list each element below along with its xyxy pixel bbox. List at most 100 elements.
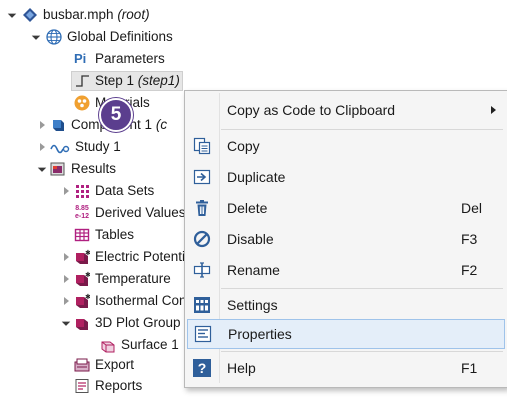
collapse-arrow-icon[interactable] bbox=[36, 143, 48, 151]
menu-label-help: Help bbox=[227, 360, 256, 376]
collapse-arrow-icon[interactable] bbox=[36, 121, 48, 129]
electric-potential-label: Electric Potential bbox=[95, 246, 196, 268]
reports-label: Reports bbox=[95, 375, 142, 397]
menu-separator bbox=[221, 129, 503, 130]
tree-node-reports[interactable]: Reports bbox=[74, 375, 142, 397]
submenu-arrow-icon bbox=[491, 106, 496, 114]
globe-icon bbox=[46, 29, 62, 45]
menu-label-settings: Settings bbox=[227, 297, 278, 313]
tree-node-results[interactable]: Results bbox=[36, 158, 116, 180]
tree-node-data-sets[interactable]: Data Sets bbox=[60, 180, 154, 202]
tree-node-parameters[interactable]: Pi Parameters bbox=[74, 48, 165, 70]
plot-group-3d-icon: ✱ bbox=[74, 271, 90, 287]
menu-label-delete: Delete bbox=[227, 200, 267, 216]
data-sets-label: Data Sets bbox=[95, 180, 154, 202]
tree-node-3d-plot-group[interactable]: 3D Plot Group bbox=[60, 312, 181, 334]
plot-group-3d-label: 3D Plot Group bbox=[95, 312, 181, 334]
expand-arrow-icon[interactable] bbox=[6, 12, 18, 18]
step-tag: (step1) bbox=[138, 73, 180, 88]
tree-node-electric-potential[interactable]: ✱ Electric Potential bbox=[60, 246, 196, 268]
menu-item-duplicate[interactable]: Duplicate bbox=[185, 163, 507, 191]
menu-label-duplicate: Duplicate bbox=[227, 169, 285, 185]
plot-group-3d-icon: ✱ bbox=[74, 293, 90, 309]
menu-separator bbox=[221, 288, 503, 289]
results-icon bbox=[50, 161, 66, 177]
tree-node-export[interactable]: Export bbox=[74, 354, 134, 376]
tables-label: Tables bbox=[95, 224, 134, 246]
collapse-arrow-icon[interactable] bbox=[60, 297, 72, 305]
surface-icon bbox=[100, 337, 116, 353]
data-sets-icon bbox=[74, 183, 90, 199]
tree-node-step[interactable]: Step 1 (step1) bbox=[74, 70, 183, 92]
model-diamond-icon bbox=[22, 7, 38, 23]
derived-icon-bottom: e-12 bbox=[74, 213, 90, 221]
component-tag: (c bbox=[156, 117, 167, 132]
svg-text:✱: ✱ bbox=[85, 293, 90, 301]
root-suffix: (root) bbox=[117, 7, 149, 22]
menu-label-copy: Copy bbox=[227, 138, 260, 154]
collapse-arrow-icon[interactable] bbox=[60, 275, 72, 283]
cube-icon bbox=[50, 117, 66, 133]
export-label: Export bbox=[95, 354, 134, 376]
step-function-icon bbox=[74, 73, 90, 89]
properties-icon bbox=[194, 325, 212, 343]
tree-node-derived-values[interactable]: 8.85 e-12 Derived Values bbox=[74, 202, 186, 224]
menu-item-disable[interactable]: Disable F3 bbox=[185, 225, 507, 253]
menu-item-copy-as-code[interactable]: Copy as Code to Clipboard bbox=[185, 96, 507, 124]
menu-label-properties: Properties bbox=[228, 326, 292, 342]
expand-arrow-icon[interactable] bbox=[60, 320, 72, 326]
rename-icon bbox=[193, 261, 211, 279]
tree-node-temperature[interactable]: ✱ Temperature bbox=[60, 268, 171, 290]
menu-label-disable: Disable bbox=[227, 231, 274, 247]
derived-values-label: Derived Values bbox=[95, 202, 186, 224]
menu-label-copy-as-code: Copy as Code to Clipboard bbox=[227, 102, 395, 118]
tree-node-surface[interactable]: Surface 1 bbox=[100, 334, 179, 356]
menu-item-copy[interactable]: Copy bbox=[185, 132, 507, 160]
collapse-arrow-icon[interactable] bbox=[60, 253, 72, 261]
reports-icon bbox=[74, 378, 90, 394]
menu-label-rename: Rename bbox=[227, 262, 280, 278]
duplicate-icon bbox=[193, 168, 211, 186]
shortcut-disable: F3 bbox=[461, 231, 477, 247]
derived-values-icon: 8.85 e-12 bbox=[74, 205, 90, 221]
plot-group-3d-icon: ✱ bbox=[74, 249, 90, 265]
tree-node-tables[interactable]: Tables bbox=[74, 224, 134, 246]
shortcut-delete: Del bbox=[461, 200, 482, 216]
disable-icon bbox=[193, 230, 211, 248]
materials-icon bbox=[74, 95, 90, 111]
settings-icon bbox=[193, 296, 211, 314]
study-icon bbox=[50, 139, 70, 155]
menu-separator bbox=[221, 351, 503, 352]
tree-node-study[interactable]: Study 1 bbox=[36, 136, 121, 158]
table-icon bbox=[74, 227, 90, 243]
shortcut-help: F1 bbox=[461, 360, 477, 376]
expand-arrow-icon[interactable] bbox=[36, 166, 48, 172]
help-icon: ? bbox=[193, 359, 211, 377]
temperature-label: Temperature bbox=[95, 268, 171, 290]
svg-text:✱: ✱ bbox=[85, 271, 90, 279]
derived-icon-top: 8.85 bbox=[74, 205, 90, 213]
trash-icon bbox=[193, 199, 211, 217]
surface-label: Surface 1 bbox=[121, 334, 179, 356]
step-label: Step 1 bbox=[95, 73, 134, 88]
shortcut-rename: F2 bbox=[461, 262, 477, 278]
collapse-arrow-icon[interactable] bbox=[60, 187, 72, 195]
cube-plot-icon bbox=[74, 315, 90, 331]
pi-icon: Pi bbox=[74, 51, 90, 67]
tree-node-global-definitions[interactable]: Global Definitions bbox=[30, 26, 173, 48]
selected-highlight: Step 1 (step1) bbox=[71, 71, 183, 91]
context-menu: Copy as Code to Clipboard Copy Duplicate… bbox=[184, 90, 507, 388]
parameters-label: Parameters bbox=[95, 48, 165, 70]
export-icon bbox=[74, 357, 90, 373]
results-label: Results bbox=[71, 158, 116, 180]
expand-arrow-icon[interactable] bbox=[30, 34, 42, 40]
menu-item-rename[interactable]: Rename F2 bbox=[185, 256, 507, 284]
menu-item-properties[interactable]: Properties bbox=[187, 319, 505, 349]
step-number-badge: 5 bbox=[99, 98, 133, 132]
menu-item-settings[interactable]: Settings bbox=[185, 291, 507, 319]
study-label: Study 1 bbox=[75, 136, 121, 158]
copy-icon bbox=[193, 137, 211, 155]
menu-item-help[interactable]: ? Help F1 bbox=[185, 354, 507, 382]
menu-item-delete[interactable]: Delete Del bbox=[185, 194, 507, 222]
tree-node-root[interactable]: busbar.mph (root) bbox=[6, 4, 150, 26]
